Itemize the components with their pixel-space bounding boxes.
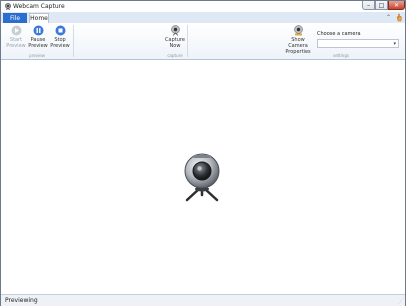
window-title: Webcam Capture — [13, 3, 65, 10]
status-bar: Previewing ⋰ — [1, 294, 405, 306]
show-camera-properties-button[interactable]: Show Camera Properties — [283, 25, 313, 55]
stop-preview-label: Stop Preview — [50, 37, 70, 49]
minimize-ribbon-icon[interactable]: ⌃ — [386, 14, 393, 21]
home-tab[interactable]: Home — [29, 13, 49, 23]
stop-icon — [55, 25, 65, 36]
webcam-capture-icon — [170, 25, 180, 36]
capture-now-label: Capture Now — [165, 37, 185, 49]
resize-grip-icon[interactable]: ⋰ — [398, 299, 404, 305]
camera-select[interactable]: ▾ — [317, 39, 399, 48]
group-separator — [187, 25, 188, 57]
status-text: Previewing — [5, 297, 38, 304]
capture-now-button[interactable]: Capture Now — [164, 25, 186, 49]
start-preview-label: Start Preview — [6, 37, 26, 49]
title-bar: Webcam Capture – □ ✕ — [1, 1, 405, 12]
camera-properties-icon — [293, 25, 303, 36]
close-button[interactable]: ✕ — [388, 1, 405, 10]
help-hand-icon[interactable] — [395, 13, 403, 22]
webcam-placeholder-icon — [184, 153, 220, 202]
choose-camera-label: Choose a camera — [317, 31, 361, 37]
group-separator — [73, 25, 74, 57]
capture-group-label: capture — [167, 53, 183, 58]
maximize-button[interactable]: □ — [375, 1, 388, 10]
pause-icon — [33, 25, 43, 36]
preview-group-label: preview — [29, 53, 45, 58]
ribbon: Start Preview Pause Preview Stop Preview… — [1, 23, 405, 60]
start-preview-button[interactable]: Start Preview — [5, 25, 27, 49]
pause-preview-label: Pause Preview — [28, 37, 48, 49]
stop-preview-button[interactable]: Stop Preview — [49, 25, 71, 49]
webcam-app-icon — [5, 3, 11, 10]
preview-area — [1, 60, 405, 294]
minimize-button[interactable]: – — [362, 1, 375, 10]
settings-group-label: settings — [333, 53, 349, 58]
pause-preview-button[interactable]: Pause Preview — [27, 25, 49, 49]
file-tab[interactable]: File — [3, 13, 27, 23]
app-window: Webcam Capture – □ ✕ File Home ⌃ Start P… — [0, 0, 406, 306]
play-icon — [11, 25, 21, 36]
chevron-down-icon: ▾ — [393, 41, 396, 47]
